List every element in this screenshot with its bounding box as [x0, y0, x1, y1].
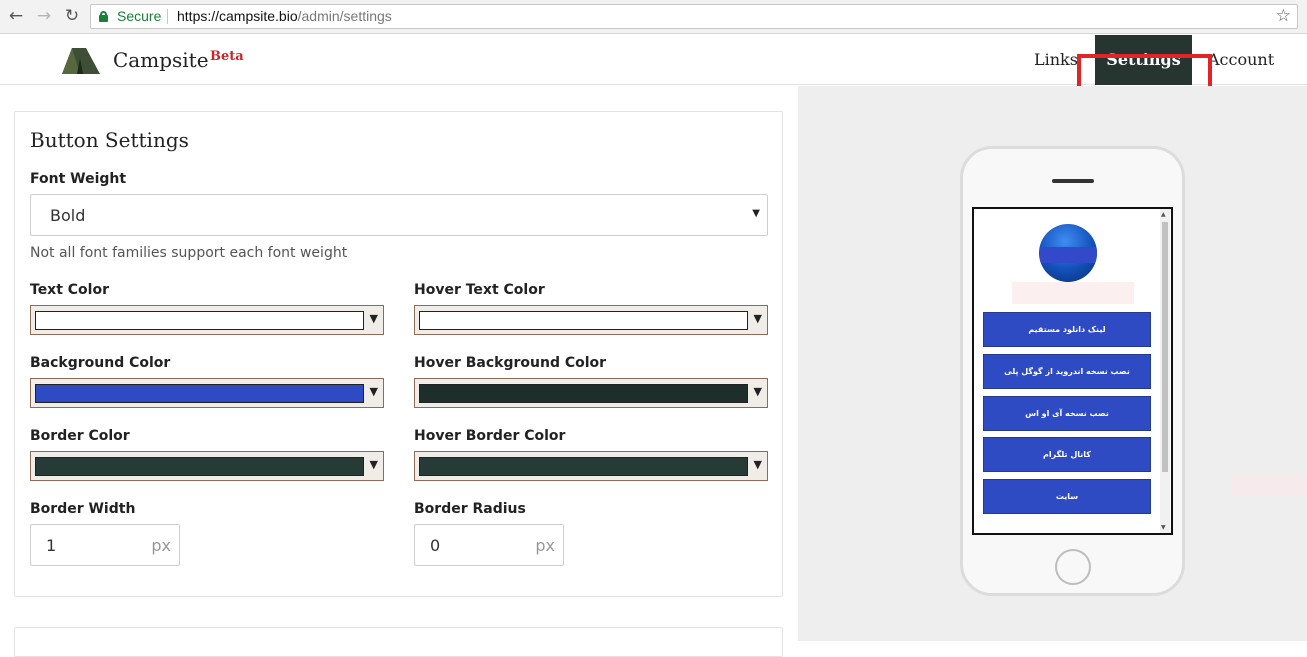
reload-icon[interactable]: ↻	[62, 6, 82, 26]
background-color-picker[interactable]: ▼	[30, 378, 384, 408]
scroll-down-icon[interactable]: ▼	[1161, 524, 1166, 531]
caret-down-icon: ▼	[752, 208, 760, 219]
tent-logo-icon[interactable]	[58, 45, 102, 75]
background-color-swatch	[35, 384, 364, 403]
preview-link-button[interactable]: کانال تلگرام	[983, 437, 1151, 472]
hover-border-color-picker[interactable]: ▼	[414, 451, 768, 481]
hover-background-color-label: Hover Background Color	[414, 355, 607, 371]
card-title: Button Settings	[30, 128, 189, 152]
bookmark-star-icon[interactable]: ☆	[1276, 6, 1291, 26]
url-text: https://campsite.bio/admin/settings	[177, 8, 392, 24]
border-radius-unit: px	[535, 536, 555, 555]
border-width-label: Border Width	[30, 501, 136, 517]
font-weight-label: Font Weight	[30, 171, 127, 187]
address-separator	[167, 9, 168, 24]
address-bar[interactable]: Secure https://campsite.bio/admin/settin…	[90, 4, 1298, 29]
hover-text-color-picker[interactable]: ▼	[414, 305, 768, 335]
scroll-up-icon[interactable]: ▲	[1161, 211, 1166, 218]
brand-name[interactable]: Campsite	[113, 48, 209, 72]
background-color-label: Background Color	[30, 355, 171, 371]
phone-preview-panel: لینک دانلود مستقیم نصب نسخه اندروید از گ…	[798, 86, 1307, 641]
preview-link-button[interactable]: نصب نسخه آی او اس	[983, 396, 1151, 431]
border-color-swatch	[35, 457, 364, 476]
font-weight-help: Not all font families support each font …	[30, 245, 348, 261]
button-settings-card: Button Settings Font Weight Bold ▼ Not a…	[14, 111, 783, 597]
nav-account[interactable]: Account	[1208, 50, 1274, 69]
caret-down-icon: ▼	[753, 385, 762, 398]
preview-scrollbar[interactable]: ▲ ▼	[1160, 209, 1170, 533]
profile-name-placeholder	[1012, 282, 1134, 304]
caret-down-icon: ▼	[753, 312, 762, 325]
font-weight-select[interactable]: Bold ▼	[30, 194, 768, 236]
border-width-value: 1	[46, 536, 57, 555]
forward-arrow-icon[interactable]: →	[34, 6, 54, 26]
caret-down-icon: ▼	[369, 385, 378, 398]
avatar	[1039, 224, 1097, 282]
border-radius-label: Border Radius	[414, 501, 526, 517]
site-header: Campsite Beta Links Settings Account	[0, 35, 1307, 138]
hover-border-color-label: Hover Border Color	[414, 428, 566, 444]
lock-icon	[99, 11, 108, 22]
phone-home-button	[1055, 549, 1091, 585]
next-settings-card	[14, 627, 783, 657]
hover-text-color-label: Hover Text Color	[414, 282, 545, 298]
border-width-input[interactable]: 1 px	[30, 524, 180, 566]
caret-down-icon: ▼	[369, 312, 378, 325]
browser-toolbar: ← → ↻ Secure https://campsite.bio/admin/…	[0, 0, 1307, 34]
hover-text-color-swatch	[419, 311, 748, 330]
hover-background-color-picker[interactable]: ▼	[414, 378, 768, 408]
border-radius-value: 0	[430, 536, 441, 555]
caret-down-icon: ▼	[369, 458, 378, 471]
font-weight-value: Bold	[50, 206, 86, 225]
decorative-strip	[1231, 475, 1307, 495]
phone-screen[interactable]: لینک دانلود مستقیم نصب نسخه اندروید از گ…	[972, 207, 1173, 535]
scroll-thumb[interactable]	[1162, 222, 1168, 472]
beta-badge: Beta	[210, 49, 244, 64]
border-width-unit: px	[151, 536, 171, 555]
nav-links[interactable]: Links	[1034, 50, 1078, 69]
border-radius-input[interactable]: 0 px	[414, 524, 564, 566]
preview-link-button[interactable]: سایت	[983, 479, 1151, 514]
text-color-swatch	[35, 311, 364, 330]
secure-label: Secure	[117, 8, 162, 24]
settings-panel: Button Settings Font Weight Bold ▼ Not a…	[0, 86, 798, 657]
text-color-picker[interactable]: ▼	[30, 305, 384, 335]
preview-link-button[interactable]: لینک دانلود مستقیم	[983, 312, 1151, 347]
hover-border-color-swatch	[419, 457, 748, 476]
phone-speaker	[1052, 179, 1094, 183]
border-color-label: Border Color	[30, 428, 130, 444]
back-arrow-icon[interactable]: ←	[6, 6, 26, 26]
phone-frame: لینک دانلود مستقیم نصب نسخه اندروید از گ…	[960, 146, 1185, 596]
text-color-label: Text Color	[30, 282, 109, 298]
hover-background-color-swatch	[419, 384, 748, 403]
caret-down-icon: ▼	[753, 458, 762, 471]
border-color-picker[interactable]: ▼	[30, 451, 384, 481]
preview-link-button[interactable]: نصب نسخه اندروید از گوگل پلی	[983, 354, 1151, 389]
